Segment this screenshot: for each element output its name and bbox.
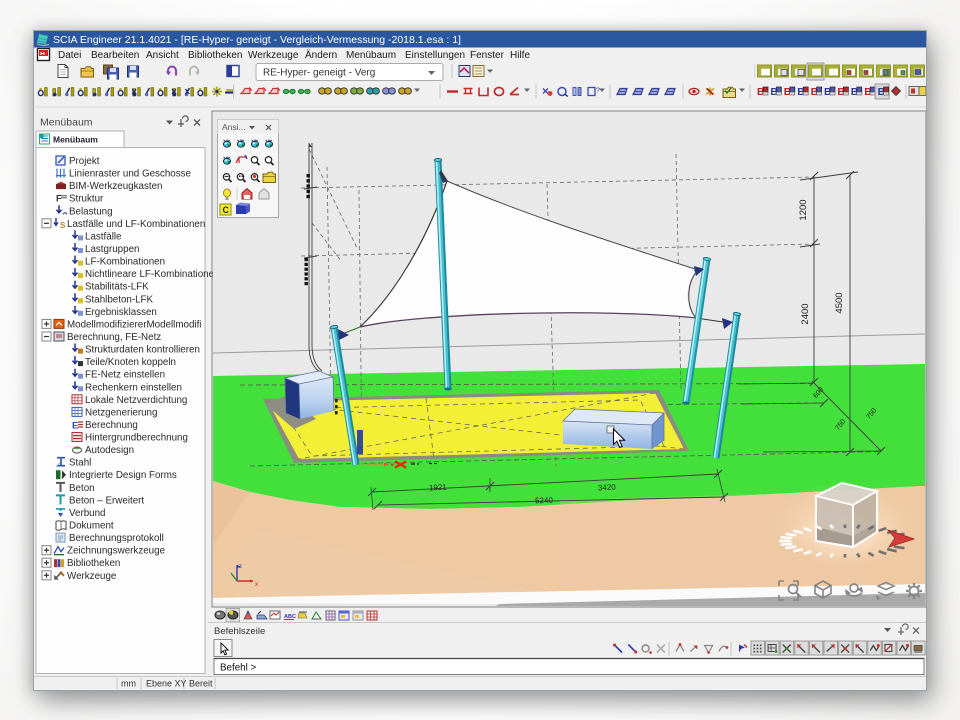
svg-text:Bibliotheken: Bibliotheken xyxy=(188,50,242,61)
svg-text:Integrierte Design Forms: Integrierte Design Forms xyxy=(69,470,177,481)
svg-text:Menübaum: Menübaum xyxy=(40,117,93,129)
svg-text:Berechnung, FE-Netz: Berechnung, FE-Netz xyxy=(67,332,161,343)
svg-text:Strukturdaten kontrollieren: Strukturdaten kontrollieren xyxy=(85,345,200,356)
svg-text:LF-Kombinationen: LF-Kombinationen xyxy=(85,257,165,268)
svg-text:Netzgenerierung: Netzgenerierung xyxy=(85,407,157,418)
svg-text:Stahl: Stahl xyxy=(69,458,91,469)
svg-text:Ansi...: Ansi... xyxy=(222,122,246,132)
svg-text:BIM-Werkzeugkasten: BIM-Werkzeugkasten xyxy=(69,181,162,192)
svg-text:Ändern: Ändern xyxy=(305,49,337,61)
svg-text:E: E xyxy=(72,421,78,432)
svg-text:Zeichnungswerkzeuge: Zeichnungswerkzeuge xyxy=(67,546,166,557)
svg-text:Verbund: Verbund xyxy=(69,508,106,519)
svg-text:Rechenkern einstellen: Rechenkern einstellen xyxy=(85,382,182,393)
svg-text:Ansicht: Ansicht xyxy=(146,50,179,61)
svg-text:Lastfälle: Lastfälle xyxy=(85,231,122,242)
svg-text:Berechnung: Berechnung xyxy=(85,420,138,431)
svg-text:Lokale Netzverdichtung: Lokale Netzverdichtung xyxy=(85,395,187,406)
svg-text:Fenster: Fenster xyxy=(470,50,505,61)
svg-text:Bibliotheken: Bibliotheken xyxy=(67,558,120,569)
svg-text:Bereit: Bereit xyxy=(189,679,213,689)
svg-text:Autodesign: Autodesign xyxy=(85,445,134,456)
svg-text:Befehl >: Befehl > xyxy=(220,663,257,674)
svg-text:Dokument: Dokument xyxy=(69,521,114,532)
svg-text:Stahlbeton-LFK: Stahlbeton-LFK xyxy=(85,294,154,305)
svg-text:Struktur: Struktur xyxy=(69,194,104,205)
svg-text:Menübaum: Menübaum xyxy=(53,135,98,145)
svg-text:Bearbeiten: Bearbeiten xyxy=(91,50,139,61)
svg-text:Beton: Beton xyxy=(69,483,95,494)
svg-text:ModellmodifiziererModellmodifi: ModellmodifiziererModellmodifi xyxy=(67,319,201,330)
svg-text:1200: 1200 xyxy=(798,199,809,220)
svg-text:RE-Hyper- geneigt - Verg: RE-Hyper- geneigt - Verg xyxy=(263,68,375,79)
svg-text:Beton – Erweitert: Beton – Erweitert xyxy=(69,495,144,506)
svg-text:mm: mm xyxy=(121,679,136,689)
svg-text:x: x xyxy=(255,582,258,588)
svg-text:Nichtlineare LF-Kombinatione: Nichtlineare LF-Kombinatione xyxy=(85,269,215,280)
svg-text:Datei: Datei xyxy=(58,50,81,61)
svg-text:Hintergrundberechnung: Hintergrundberechnung xyxy=(85,433,188,444)
svg-text:Teile/Knoten koppeln: Teile/Knoten koppeln xyxy=(85,357,176,368)
svg-text:4500: 4500 xyxy=(834,292,845,313)
svg-text:F: F xyxy=(56,194,62,204)
svg-text:Ebene XY: Ebene XY xyxy=(146,679,187,689)
svg-text:Lastgruppen: Lastgruppen xyxy=(85,244,139,255)
svg-text:C: C xyxy=(223,205,230,215)
svg-text:Einstellungen: Einstellungen xyxy=(405,50,465,61)
svg-text:1921: 1921 xyxy=(429,483,448,493)
svg-text:Projekt: Projekt xyxy=(69,156,100,167)
svg-text:Befehlszeile: Befehlszeile xyxy=(214,626,265,637)
svg-text:5240: 5240 xyxy=(535,496,554,505)
svg-text:Berechnungsprotokoll: Berechnungsprotokoll xyxy=(69,533,164,544)
svg-text:Belastung: Belastung xyxy=(69,206,113,217)
svg-text:z: z xyxy=(239,564,242,570)
svg-text:Ergebnisklassen: Ergebnisklassen xyxy=(85,307,157,318)
svg-text:2400: 2400 xyxy=(800,303,811,324)
svg-text:Hilfe: Hilfe xyxy=(510,50,530,61)
svg-text:Linienraster und Geschosse: Linienraster und Geschosse xyxy=(69,169,192,180)
svg-text:Menübaum: Menübaum xyxy=(346,50,396,61)
svg-text:SCIA Engineer 21.1.4021 - [RE-: SCIA Engineer 21.1.4021 - [RE-Hyper- gen… xyxy=(53,34,461,46)
svg-text:3420: 3420 xyxy=(598,483,617,493)
svg-text:Werkzeuge: Werkzeuge xyxy=(67,571,117,582)
svg-text:Werkzeuge: Werkzeuge xyxy=(248,50,299,61)
svg-text:Stabilitäts-LFK: Stabilitäts-LFK xyxy=(85,282,149,293)
svg-text:FE-Netz einstellen: FE-Netz einstellen xyxy=(85,370,165,381)
svg-text:Lastfälle und LF-Kombinationen: Lastfälle und LF-Kombinationen xyxy=(67,219,205,230)
svg-text:S: S xyxy=(60,221,66,230)
